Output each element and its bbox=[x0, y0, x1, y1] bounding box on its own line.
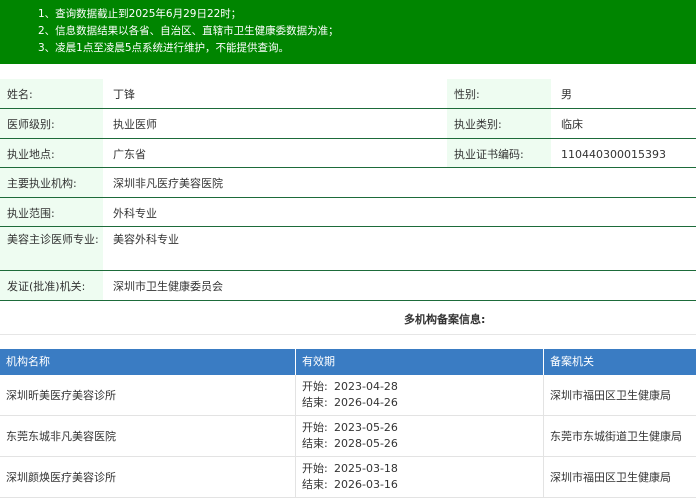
info-row-scope: 执业范围: 外科专业 bbox=[0, 198, 696, 227]
gender-label: 性别: bbox=[447, 79, 551, 108]
name-label: 姓名: bbox=[0, 79, 103, 108]
header-institution: 机构名称 bbox=[0, 349, 296, 375]
level-label: 医师级别: bbox=[0, 109, 103, 138]
notice-line: 3、凌晨1点至凌晨5点系统进行维护，不能提供查询。 bbox=[38, 42, 290, 54]
end-label: 结束: bbox=[302, 437, 328, 450]
header-agency: 备案机关 bbox=[550, 355, 594, 368]
notice-line: 2、信息数据结果以各省、自治区、直辖市卫生健康委数据为准； bbox=[38, 25, 339, 37]
start-label: 开始: bbox=[302, 462, 328, 475]
table-row: 东莞东城非凡美容医院 开始: 2023-05-26 结束: 2028-05-26 东… bbox=[0, 416, 696, 457]
multi-institution-section: 多机构备案信息: bbox=[0, 300, 696, 335]
issuer-label: 发证(批准)机关: bbox=[0, 271, 103, 300]
table-row: 深圳颜焕医疗美容诊所 开始: 2025-03-18 结束: 2026-03-16 深… bbox=[0, 457, 696, 498]
institution-name: 东莞东城非凡美容医院 bbox=[0, 416, 296, 456]
scope-label: 执业范围: bbox=[0, 198, 103, 226]
start-date: 2025-03-18 bbox=[334, 462, 398, 475]
cert-label: 执业证书编码: bbox=[447, 139, 551, 167]
multi-institution-title: 多机构备案信息: bbox=[404, 313, 486, 326]
institution-value: 深圳非凡医疗美容医院 bbox=[113, 177, 223, 190]
header-validity: 有效期 bbox=[296, 349, 544, 375]
info-row-institution: 主要执业机构: 深圳非凡医疗美容医院 bbox=[0, 168, 696, 198]
end-date: 2026-04-26 bbox=[334, 396, 398, 409]
name-value: 丁锋 bbox=[113, 88, 135, 101]
institution-label: 主要执业机构: bbox=[0, 168, 103, 197]
table-header: 机构名称 有效期 备案机关 bbox=[0, 349, 696, 375]
validity-cell: 开始: 2023-04-28 结束: 2026-04-26 bbox=[296, 375, 544, 415]
info-row-beauty: 美容主诊医师专业: 美容外科专业 bbox=[0, 227, 696, 271]
level-value: 执业医师 bbox=[113, 118, 157, 131]
start-label: 开始: bbox=[302, 380, 328, 393]
scope-value: 外科专业 bbox=[113, 207, 157, 220]
agency-name: 深圳市福田区卫生健康局 bbox=[550, 471, 671, 484]
validity-cell: 开始: 2023-05-26 结束: 2028-05-26 bbox=[296, 416, 544, 456]
start-label: 开始: bbox=[302, 421, 328, 434]
institution-name: 深圳昕美医疗美容诊所 bbox=[0, 375, 296, 415]
category-value: 临床 bbox=[561, 118, 583, 131]
info-row-name: 姓名: 丁锋 性别: 男 bbox=[0, 79, 696, 109]
beauty-value: 美容外科专业 bbox=[113, 233, 179, 246]
issuer-value: 深圳市卫生健康委员会 bbox=[113, 280, 223, 293]
institution-name: 深圳颜焕医疗美容诊所 bbox=[0, 457, 296, 497]
info-row-issuer: 发证(批准)机关: 深圳市卫生健康委员会 bbox=[0, 271, 696, 301]
end-date: 2026-03-16 bbox=[334, 478, 398, 491]
doctor-info-table: 姓名: 丁锋 性别: 男 医师级别: 执业医师 执业类别: 临床 执业地点: 广… bbox=[0, 79, 696, 301]
beauty-label: 美容主诊医师专业: bbox=[0, 227, 103, 270]
category-label: 执业类别: bbox=[447, 109, 551, 138]
cert-value: 110440300015393 bbox=[561, 148, 666, 161]
agency-name: 深圳市福田区卫生健康局 bbox=[550, 389, 671, 402]
validity-cell: 开始: 2025-03-18 结束: 2026-03-16 bbox=[296, 457, 544, 497]
multi-institution-table: 机构名称 有效期 备案机关 深圳昕美医疗美容诊所 开始: 2023-04-28 结… bbox=[0, 349, 696, 498]
end-label: 结束: bbox=[302, 478, 328, 491]
info-row-location: 执业地点: 广东省 执业证书编码: 110440300015393 bbox=[0, 139, 696, 168]
end-date: 2028-05-26 bbox=[334, 437, 398, 450]
notice-banner: 1、查询数据截止到2025年6月29日22时； 2、信息数据结果以各省、自治区、… bbox=[0, 0, 696, 64]
location-value: 广东省 bbox=[113, 148, 146, 161]
end-label: 结束: bbox=[302, 396, 328, 409]
info-row-level: 医师级别: 执业医师 执业类别: 临床 bbox=[0, 109, 696, 139]
start-date: 2023-05-26 bbox=[334, 421, 398, 434]
start-date: 2023-04-28 bbox=[334, 380, 398, 393]
notice-line: 1、查询数据截止到2025年6月29日22时； bbox=[38, 8, 242, 20]
gender-value: 男 bbox=[561, 88, 572, 101]
location-label: 执业地点: bbox=[0, 139, 103, 167]
table-row: 深圳昕美医疗美容诊所 开始: 2023-04-28 结束: 2026-04-26 深… bbox=[0, 375, 696, 416]
agency-name: 东莞市东城街道卫生健康局 bbox=[550, 430, 682, 443]
